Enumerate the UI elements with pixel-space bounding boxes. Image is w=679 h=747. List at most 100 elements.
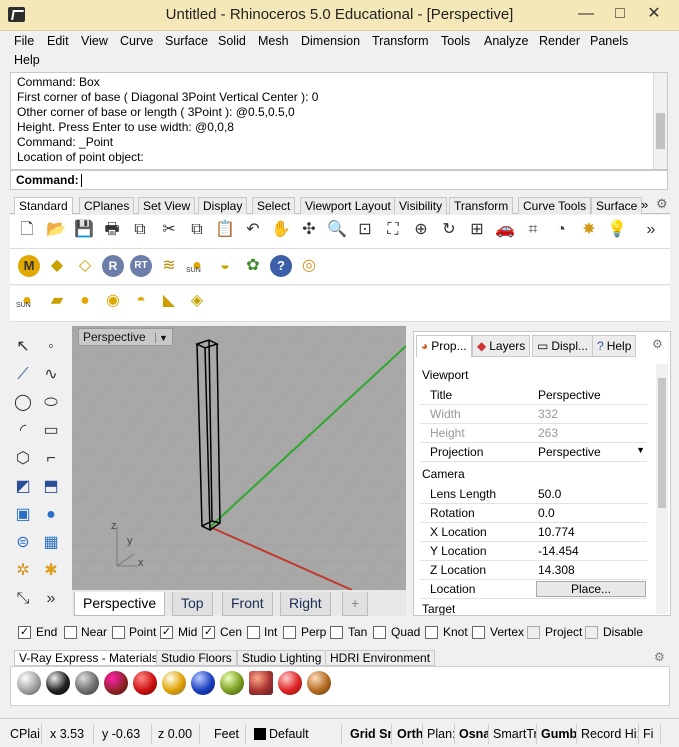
menu-transform[interactable]: Transform: [372, 34, 429, 48]
materials-gear-icon[interactable]: ⚙: [654, 650, 665, 664]
circle-tool-icon[interactable]: ◯: [12, 392, 34, 414]
material-swatch[interactable]: [104, 671, 128, 695]
spot-light-icon[interactable]: ◉: [102, 290, 124, 312]
circle-icon[interactable]: ◔: [550, 219, 572, 241]
vray-r-icon[interactable]: R: [102, 255, 124, 277]
menu-help[interactable]: Help: [14, 53, 40, 67]
tab-standard[interactable]: Standard: [14, 197, 73, 214]
chevron-down-icon[interactable]: ▼: [636, 445, 645, 455]
tab-perspective[interactable]: Perspective: [74, 592, 166, 616]
perspective-viewport[interactable]: z y x Perspective ▼: [72, 326, 406, 590]
sphere-icon[interactable]: ●: [40, 504, 62, 526]
help-icon[interactable]: ?: [270, 255, 292, 277]
menu-curve[interactable]: Curve: [120, 34, 153, 48]
prop-value[interactable]: 10.774: [538, 525, 575, 539]
tab-layers[interactable]: ◆ Layers: [472, 335, 531, 357]
rect-light-icon[interactable]: ▰: [46, 290, 68, 312]
car-icon[interactable]: 🚗: [494, 219, 516, 241]
menu-render[interactable]: Render: [539, 34, 580, 48]
tab-vray-materials[interactable]: V-Ray Express - Materials: [14, 650, 163, 666]
undo-icon[interactable]: ↶: [242, 219, 264, 241]
sun-small-icon[interactable]: ● SUN: [16, 290, 38, 312]
plane-icon[interactable]: ≋: [158, 255, 180, 277]
menu-solid[interactable]: Solid: [218, 34, 246, 48]
tab-display[interactable]: Display: [198, 197, 248, 214]
menu-surface[interactable]: Surface: [165, 34, 208, 48]
status-planar[interactable]: Plan:: [425, 724, 455, 744]
material-swatch[interactable]: [278, 671, 302, 695]
box-icon[interactable]: ▣: [12, 504, 34, 526]
menu-panels[interactable]: Panels: [590, 34, 628, 48]
zoom-selected-icon[interactable]: ⊕: [410, 219, 432, 241]
import-icon[interactable]: ⧉: [129, 219, 151, 241]
status-layer[interactable]: Default: [252, 724, 342, 744]
target-icon[interactable]: ◎: [298, 255, 320, 277]
dimension-icon[interactable]: ⤡: [12, 588, 34, 610]
four-views-icon[interactable]: ⊞: [466, 219, 488, 241]
tab-curve-tools[interactable]: Curve Tools: [518, 197, 592, 214]
gear-icon[interactable]: ⚙: [656, 196, 668, 212]
ellipse-icon[interactable]: ⬭: [40, 392, 62, 414]
tabs-overflow-button[interactable]: »: [641, 197, 648, 212]
tab-set-view[interactable]: Set View: [138, 197, 196, 214]
zoom-icon[interactable]: 🔍: [326, 219, 348, 241]
status-ortho[interactable]: Orth: [395, 724, 423, 744]
copy-icon[interactable]: ⧉: [186, 219, 208, 241]
select-arrow-icon[interactable]: ↖: [12, 336, 34, 358]
osnap-cen-checkbox[interactable]: ✓: [202, 626, 215, 639]
vray-m-icon[interactable]: M: [18, 255, 40, 277]
osnap-near-checkbox[interactable]: [64, 626, 77, 639]
material-swatch[interactable]: [133, 671, 157, 695]
scrollbar-thumb[interactable]: [658, 378, 666, 508]
material-swatch[interactable]: [75, 671, 99, 695]
chevron-down-icon[interactable]: ▼: [155, 333, 168, 343]
tab-transform[interactable]: Transform: [449, 197, 514, 214]
status-grid-snap[interactable]: Grid Sn: [348, 724, 392, 744]
paste-icon[interactable]: 📋: [214, 219, 236, 241]
tab-properties[interactable]: ◕ Prop...: [416, 335, 472, 357]
osnap-project-checkbox[interactable]: [527, 626, 540, 639]
maximize-button[interactable]: □: [603, 1, 637, 28]
tab-top[interactable]: Top: [172, 592, 213, 616]
minimize-button[interactable]: —: [569, 1, 603, 28]
tab-studio-lighting[interactable]: Studio Lighting: [237, 650, 327, 666]
status-gumball[interactable]: Gumb: [539, 724, 577, 744]
command-line[interactable]: Command:: [10, 170, 668, 190]
prop-value[interactable]: Perspective: [538, 388, 601, 402]
tab-display[interactable]: ▭ Displ...: [532, 335, 594, 357]
osnap-point-checkbox[interactable]: [112, 626, 125, 639]
transform-gear-icon[interactable]: ✲: [12, 560, 34, 582]
bulb-icon[interactable]: 💡: [606, 219, 628, 241]
polygon-icon[interactable]: ⬡: [12, 448, 34, 470]
tab-front[interactable]: Front: [222, 592, 273, 616]
vray-rt-icon[interactable]: RT: [130, 255, 152, 277]
cylinder-icon[interactable]: ⊜: [12, 532, 34, 554]
ies-light-icon[interactable]: ◣: [158, 290, 180, 312]
extrude-icon[interactable]: ⬒: [40, 476, 62, 498]
osnap-knot-checkbox[interactable]: [425, 626, 438, 639]
status-filter[interactable]: Fi: [641, 724, 661, 744]
cut-icon[interactable]: ✂: [158, 219, 180, 241]
menu-edit[interactable]: Edit: [47, 34, 69, 48]
material-swatch[interactable]: [162, 671, 186, 695]
toolbar-overflow-icon[interactable]: »: [640, 219, 662, 241]
osnap-quad-checkbox[interactable]: [373, 626, 386, 639]
arc-icon[interactable]: ◜: [12, 420, 34, 442]
save-icon[interactable]: 💾: [73, 219, 95, 241]
panel-gear-icon[interactable]: ⚙: [652, 337, 663, 351]
material-swatch[interactable]: [307, 671, 331, 695]
command-history-scrollbar[interactable]: [653, 73, 667, 169]
tab-studio-floors[interactable]: Studio Floors: [156, 650, 237, 666]
material-swatch[interactable]: [46, 671, 70, 695]
projection-select[interactable]: Perspective: [538, 445, 601, 459]
viewport-canvas[interactable]: z y x: [72, 326, 406, 590]
dome-light-icon[interactable]: ◒: [214, 255, 236, 277]
half-dome-icon[interactable]: ◓: [130, 290, 152, 312]
tab-surface[interactable]: Surface: [591, 197, 643, 214]
status-record-history[interactable]: Record Hi:: [579, 724, 639, 744]
osnap-vertex-checkbox[interactable]: [472, 626, 485, 639]
osnap-end-checkbox[interactable]: ✓: [18, 626, 31, 639]
scrollbar-thumb[interactable]: [656, 113, 665, 149]
sun-icon[interactable]: ● SUN: [186, 255, 208, 277]
menu-analyze[interactable]: Analyze: [484, 34, 528, 48]
